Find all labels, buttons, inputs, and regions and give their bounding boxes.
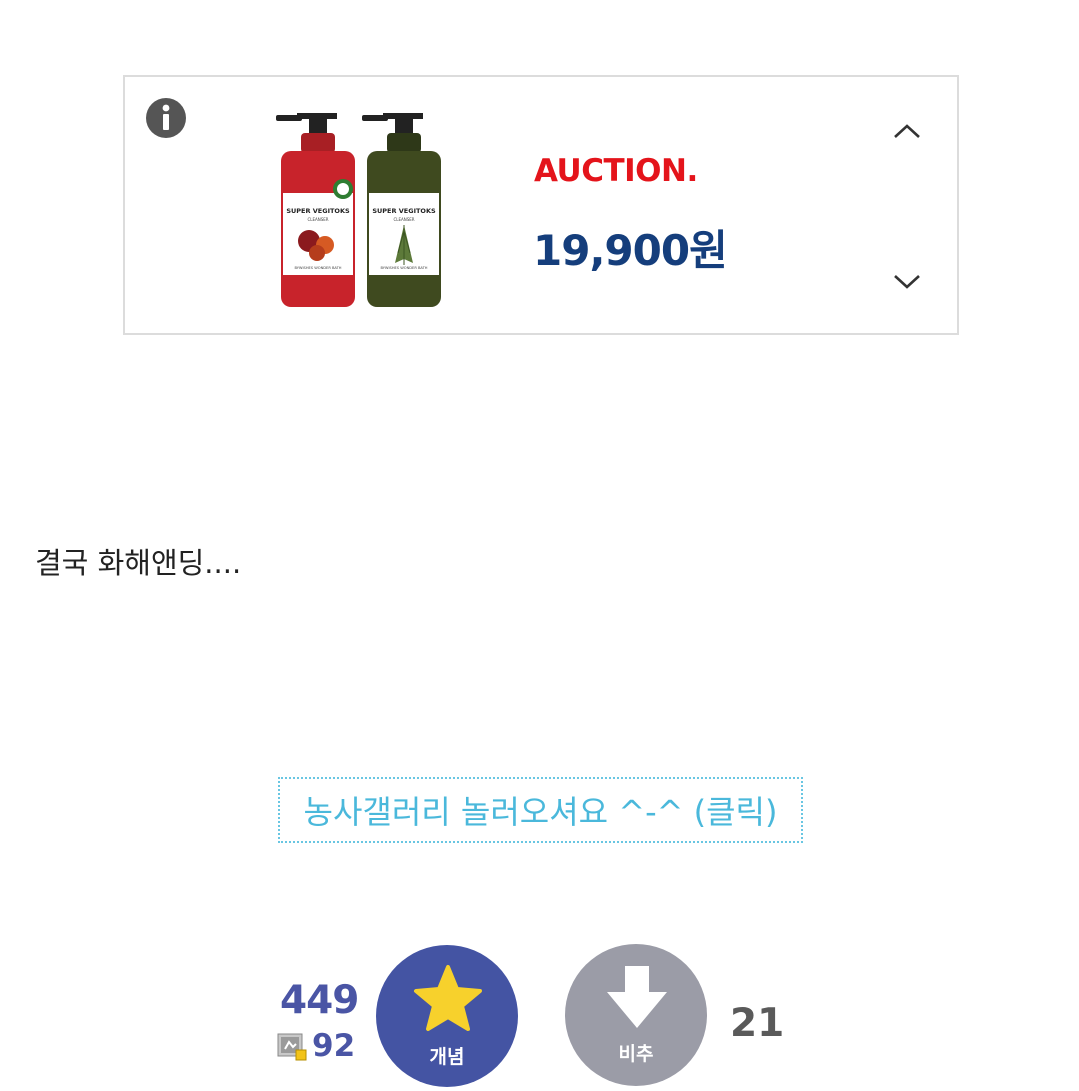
info-icon[interactable]	[145, 97, 187, 139]
product-label-title-red: SUPER VEGITOKS	[286, 207, 350, 215]
not-recommend-button[interactable]: 비추	[565, 944, 707, 1086]
recommend-label: 개념	[429, 1046, 465, 1068]
product-label-sub-red: CLEANSER	[307, 217, 328, 222]
product-brand-green: BYWISHES WONDER BATH	[380, 266, 427, 270]
product-price[interactable]: 19,900원	[533, 217, 728, 278]
product-ad-banner[interactable]: SUPER VEGITOKS CLEANSER BYWISHES WONDER …	[123, 75, 959, 335]
arrow-down-icon	[607, 966, 667, 1028]
fixed-recommend-row: 92	[276, 1028, 355, 1064]
post-body-text: 결국 화해앤딩....	[35, 546, 242, 580]
product-label-sub-green: CLEANSER	[393, 217, 414, 222]
fixed-user-icon	[277, 1033, 307, 1061]
recommend-button[interactable]: 개념	[376, 945, 518, 1087]
not-recommend-count: 21	[730, 1001, 785, 1046]
product-image[interactable]: SUPER VEGITOKS CLEANSER BYWISHES WONDER …	[273, 113, 453, 309]
product-brand-red: BYWISHES WONDER BATH	[294, 266, 341, 270]
chevron-up-icon[interactable]	[891, 119, 923, 143]
product-label-title-green: SUPER VEGITOKS	[372, 207, 436, 215]
store-logo[interactable]: AUCTION.	[534, 153, 698, 189]
fixed-recommend-count: 92	[312, 1028, 356, 1064]
not-recommend-label: 비추	[618, 1043, 654, 1065]
chevron-down-icon[interactable]	[891, 270, 923, 294]
recommend-count: 449	[280, 978, 359, 1023]
gallery-link[interactable]: 농사갤러리 놀러오셔요 ^-^ (클릭)	[278, 777, 803, 843]
star-icon	[414, 965, 482, 1031]
